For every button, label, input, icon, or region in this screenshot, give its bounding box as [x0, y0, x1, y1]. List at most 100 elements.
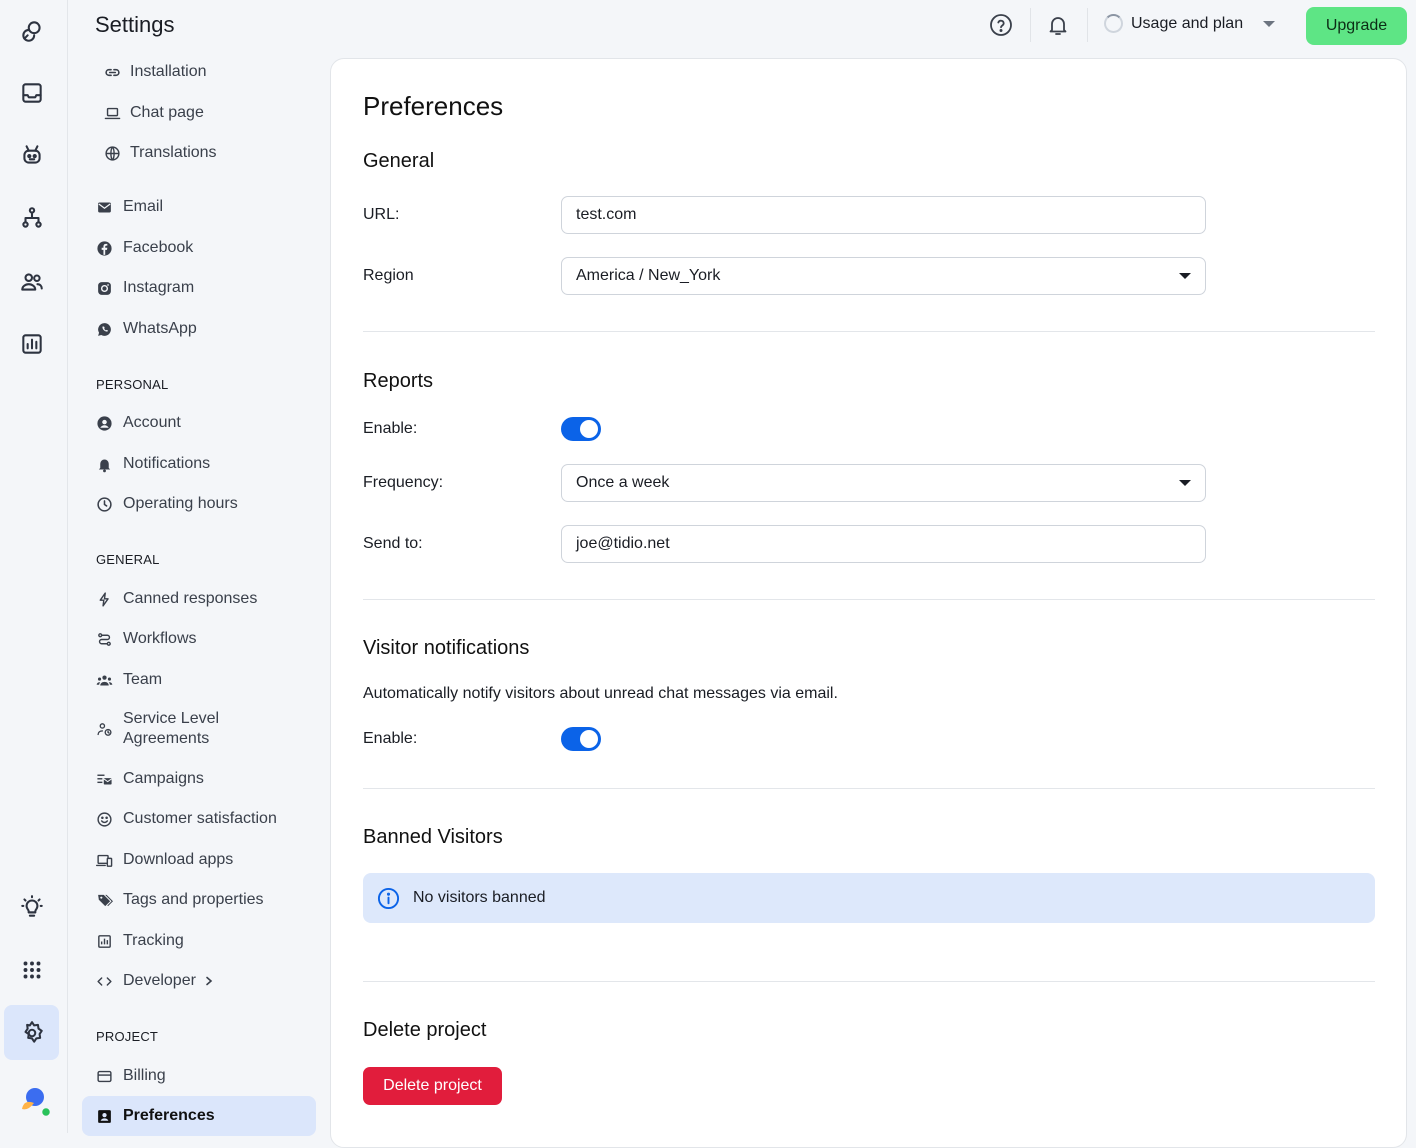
region-select[interactable]: America / New_York	[561, 257, 1206, 295]
sidebar-item-label: Email	[123, 198, 164, 215]
rail-apps-button[interactable]	[4, 942, 59, 997]
sidebar-item-billing[interactable]: Billing	[82, 1057, 316, 1095]
help-icon	[990, 14, 1012, 36]
sidebar-item-label: Translations	[130, 144, 217, 161]
sidebar-item-team[interactable]: Team	[82, 661, 316, 699]
settings-sidebar: Settings Installation Chat page Translat…	[68, 0, 330, 1136]
rail-flows-button[interactable]	[4, 190, 59, 245]
globe-icon	[104, 145, 121, 162]
banned-visitors-info: No visitors banned	[363, 873, 1375, 923]
section-divider	[363, 788, 1375, 789]
sidebar-item-chat-page[interactable]: Chat page	[82, 94, 316, 132]
contacts-icon	[20, 272, 43, 291]
sidebar-item-label: Canned responses	[123, 590, 258, 607]
sidebar-item-label: Facebook	[123, 239, 194, 256]
rail-settings-button[interactable]	[4, 1005, 59, 1060]
sidebar-item-installation[interactable]: Installation	[82, 53, 316, 91]
sidebar-item-account[interactable]: Account	[82, 404, 316, 442]
sidebar-item-label: Installation	[130, 63, 207, 80]
sidebar-item-translations[interactable]: Translations	[82, 134, 316, 172]
sidebar-item-label: Chat page	[130, 104, 204, 121]
sidebar-item-tracking[interactable]: Tracking	[82, 922, 316, 960]
rail-tips-button[interactable]	[4, 879, 59, 934]
notifications-button[interactable]	[1045, 12, 1071, 38]
sidebar-item-label: Service Level Agreements	[123, 710, 220, 747]
frequency-label: Frequency:	[363, 474, 444, 491]
section-header-general: GENERAL	[96, 552, 160, 567]
sidebar-item-preferences[interactable]: Preferences	[82, 1096, 316, 1136]
sidebar-item-tags[interactable]: Tags and properties	[82, 881, 316, 919]
sidebar-item-download-apps[interactable]: Download apps	[82, 841, 316, 879]
user-icon	[96, 415, 113, 432]
clock-icon	[96, 496, 113, 513]
sidebar-item-notifications[interactable]: Notifications	[82, 445, 316, 483]
code-icon	[96, 973, 113, 990]
general-heading: General	[363, 150, 435, 172]
usage-and-plan-dropdown[interactable]: Usage and plan	[1104, 14, 1276, 33]
instagram-icon	[96, 280, 113, 297]
project-avatar[interactable]	[16, 1083, 52, 1118]
send-to-label: Send to:	[363, 535, 423, 552]
sidebar-item-campaigns[interactable]: Campaigns	[82, 760, 316, 798]
sidebar-item-operating-hours[interactable]: Operating hours	[82, 485, 316, 523]
send-to-input[interactable]: joe@tidio.net	[561, 525, 1206, 563]
sidebar-item-label: Customer satisfaction	[123, 810, 277, 827]
rail-bot-button[interactable]	[4, 127, 59, 182]
sidebar-item-developer[interactable]: Developer	[82, 962, 316, 1000]
rail-home-button[interactable]	[4, 3, 59, 58]
sidebar-item-sla[interactable]: Service Level Agreements	[82, 706, 316, 752]
sidebar-item-label: Billing	[123, 1067, 166, 1084]
delete-project-heading: Delete project	[363, 1019, 487, 1041]
sidebar-item-label: Notifications	[123, 455, 211, 472]
reports-heading: Reports	[363, 370, 434, 392]
lightbulb-icon	[20, 894, 43, 917]
app-rail	[0, 0, 68, 1133]
preferences-icon	[96, 1108, 113, 1125]
sidebar-item-label: Workflows	[123, 630, 197, 647]
preferences-panel: Preferences General URL: test.com Region…	[330, 58, 1407, 1148]
apps-grid-icon	[23, 961, 40, 978]
section-header-project: PROJECT	[96, 1029, 159, 1044]
visitor-notifications-description: Automatically notify visitors about unre…	[363, 685, 838, 702]
sidebar-item-instagram[interactable]: Instagram	[82, 269, 316, 307]
info-icon	[377, 887, 400, 909]
region-label: Region	[363, 267, 414, 284]
gear-icon	[23, 1020, 43, 1043]
help-button[interactable]	[988, 12, 1014, 38]
sidebar-item-workflows[interactable]: Workflows	[82, 620, 316, 658]
visitor-notifications-toggle[interactable]	[561, 727, 601, 751]
rail-contacts-button[interactable]	[4, 254, 59, 309]
send-to-value: joe@tidio.net	[576, 535, 670, 552]
smile-icon	[96, 811, 113, 828]
url-input[interactable]: test.com	[561, 196, 1206, 234]
rail-analytics-button[interactable]	[4, 316, 59, 371]
upgrade-button[interactable]: Upgrade	[1306, 7, 1407, 45]
flows-icon	[21, 206, 42, 228]
project-logo-icon	[22, 1088, 52, 1118]
sidebar-title: Settings	[95, 12, 175, 37]
chevron-down-icon	[1179, 273, 1191, 279]
chevron-right-icon	[204, 976, 214, 986]
sidebar-item-label: Instagram	[123, 279, 195, 296]
reports-enable-toggle[interactable]	[561, 417, 601, 441]
sidebar-item-customer-satisfaction[interactable]: Customer satisfaction	[82, 800, 316, 838]
sidebar-item-canned-responses[interactable]: Canned responses	[82, 580, 316, 618]
link-icon	[104, 64, 121, 81]
page-title: Preferences	[363, 91, 504, 121]
url-label: URL:	[363, 206, 400, 223]
banned-visitors-heading: Banned Visitors	[363, 826, 503, 848]
facebook-icon	[96, 240, 113, 257]
frequency-select[interactable]: Once a week	[561, 464, 1206, 502]
section-divider	[363, 331, 1375, 332]
sidebar-item-label: Developer	[123, 972, 196, 989]
whatsapp-icon	[96, 321, 113, 338]
inbox-icon	[21, 82, 42, 103]
sidebar-item-whatsapp[interactable]: WhatsApp	[82, 310, 316, 348]
rail-inbox-button[interactable]	[4, 65, 59, 120]
sidebar-item-label: Account	[123, 414, 181, 431]
card-icon	[96, 1068, 113, 1085]
sidebar-item-email[interactable]: Email	[82, 188, 316, 226]
sidebar-item-facebook[interactable]: Facebook	[82, 229, 316, 267]
sidebar-item-label: Tags and properties	[123, 891, 264, 908]
delete-project-button[interactable]: Delete project	[363, 1067, 502, 1105]
